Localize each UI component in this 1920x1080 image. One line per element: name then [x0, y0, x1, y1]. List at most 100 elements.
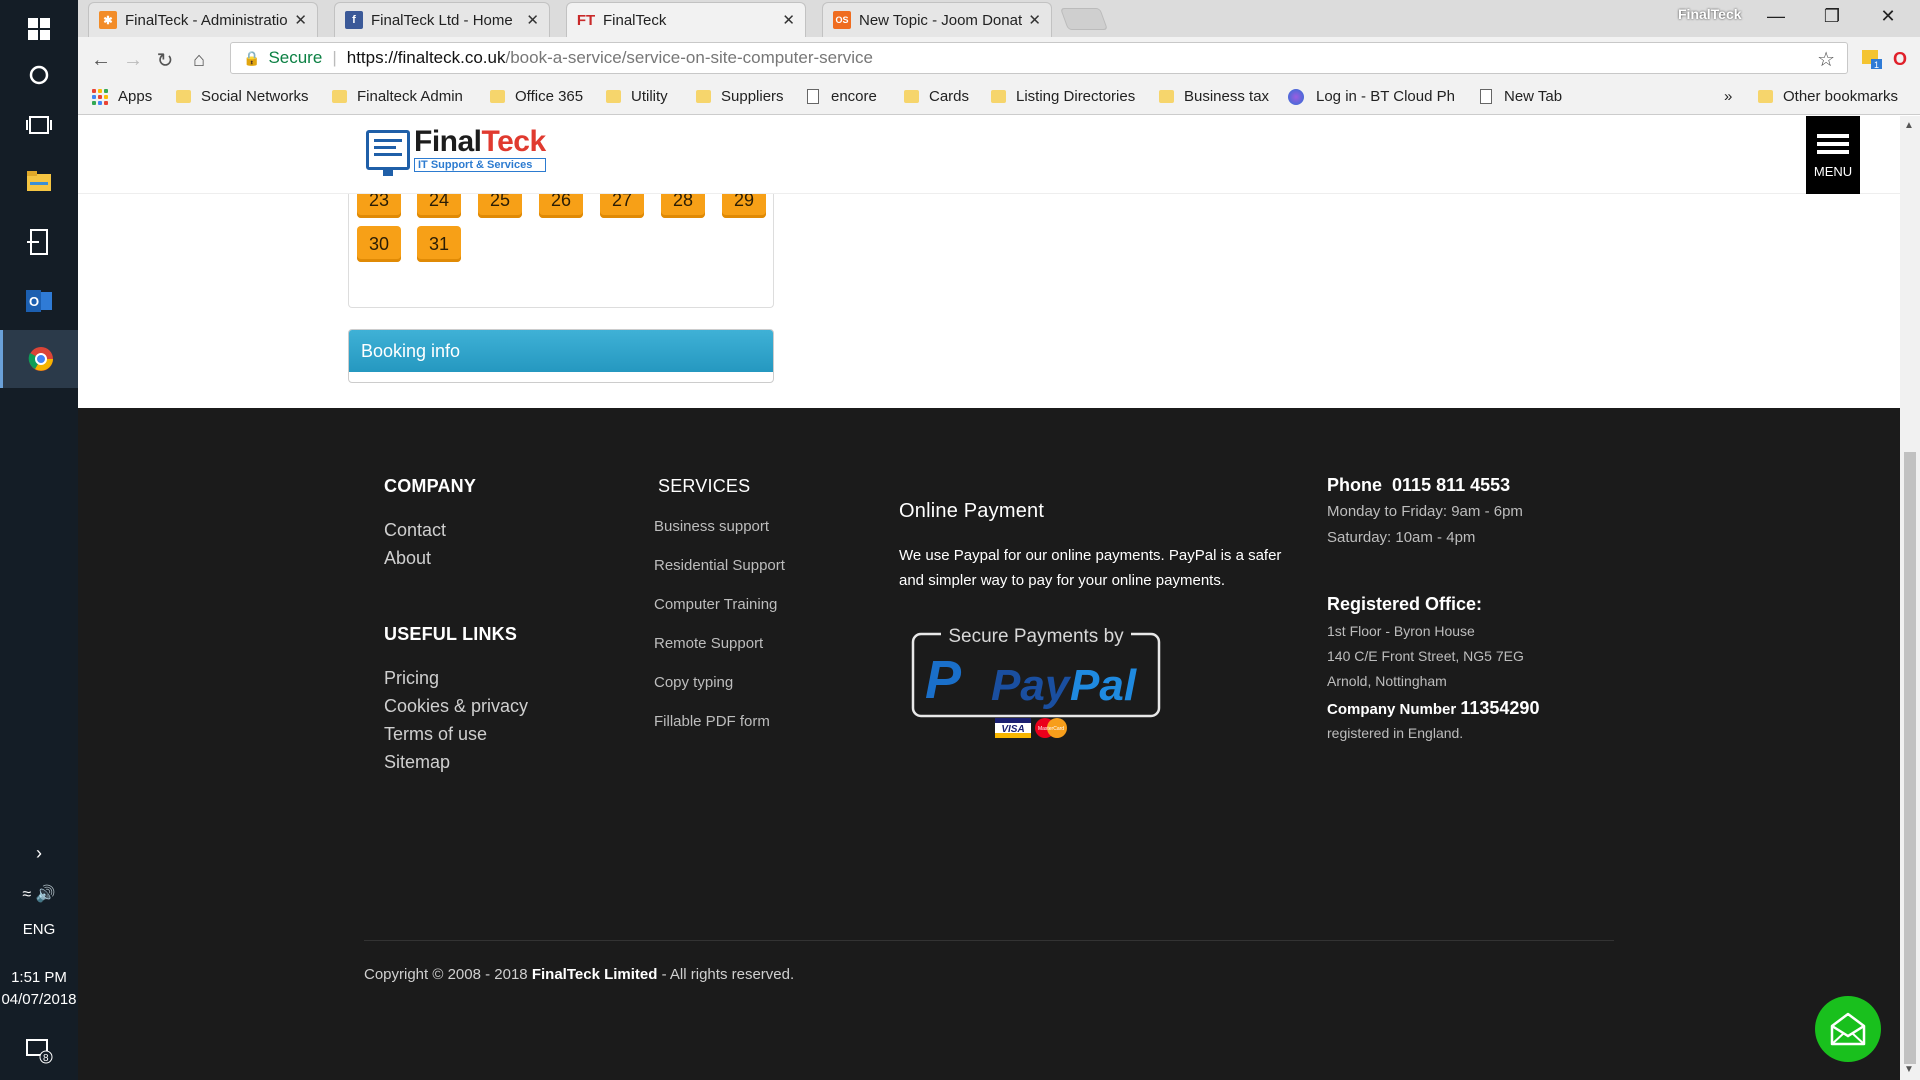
calendar-day[interactable]: 31: [417, 226, 461, 262]
other-bookmarks[interactable]: Other bookmarks: [1758, 88, 1898, 105]
browser-window: ✱ FinalTeck - Administration ✕ f FinalTe…: [78, 0, 1920, 1080]
paypal-p-icon: P: [925, 650, 962, 710]
chrome-taskbar-icon[interactable]: [0, 330, 78, 388]
paypal-badge-caption: Secure Payments by: [948, 626, 1124, 647]
footer-link-computer-training[interactable]: Computer Training: [654, 596, 777, 613]
bookmark-label: Log in - BT Cloud Ph: [1316, 88, 1455, 105]
clock-date[interactable]: 04/07/2018: [0, 991, 78, 1008]
calendar-day[interactable]: 30: [357, 226, 401, 262]
scroll-down-icon[interactable]: ▼: [1904, 1064, 1914, 1075]
footer-link-copy-typing[interactable]: Copy typing: [654, 674, 733, 691]
extension-icon[interactable]: 1: [1860, 47, 1884, 71]
address-line-1: 1st Floor - Byron House: [1327, 623, 1475, 639]
chrome-menu-icon[interactable]: ⋮: [1910, 47, 1920, 71]
tab-administration[interactable]: ✱ FinalTeck - Administration ✕: [88, 2, 318, 37]
file-explorer-icon[interactable]: [0, 152, 78, 210]
new-tab-button[interactable]: [1059, 8, 1109, 30]
restore-icon[interactable]: ❐: [1804, 0, 1860, 32]
bookmark-cards[interactable]: Cards: [904, 88, 969, 105]
minimize-icon[interactable]: —: [1748, 0, 1804, 32]
action-center-icon[interactable]: 8: [0, 1026, 78, 1076]
folder-icon: [904, 90, 919, 103]
bookmark-office-365[interactable]: Office 365: [490, 88, 583, 105]
back-icon[interactable]: ←: [86, 45, 116, 75]
bt-icon: [1288, 88, 1304, 105]
company-number-value: 11354290: [1460, 698, 1540, 718]
footer-link-sitemap[interactable]: Sitemap: [384, 752, 450, 773]
tab-facebook-home[interactable]: f FinalTeck Ltd - Home ✕: [334, 2, 550, 37]
bookmark-utility[interactable]: Utility: [606, 88, 668, 105]
language-indicator[interactable]: ENG: [0, 921, 78, 938]
bookmark-label: Social Networks: [201, 88, 309, 105]
tab-finalteck[interactable]: FT FinalTeck ✕: [566, 2, 806, 37]
bookmark-finalteck-admin[interactable]: Finalteck Admin: [332, 88, 463, 105]
bookmark-listing-directories[interactable]: Listing Directories: [991, 88, 1135, 105]
bookmark-star-icon[interactable]: ☆: [1817, 47, 1835, 72]
reload-icon[interactable]: ↻: [150, 45, 180, 75]
page-scrollbar[interactable]: ▲ ▼: [1900, 116, 1920, 1080]
booking-info-header[interactable]: Booking info: [349, 330, 773, 372]
bookmarks-overflow-icon[interactable]: »: [1724, 88, 1732, 105]
clock-time[interactable]: 1:51 PM: [0, 969, 78, 986]
close-icon[interactable]: ✕: [1028, 11, 1041, 29]
copyright-company[interactable]: FinalTeck Limited: [532, 966, 658, 983]
extension-badge: 1: [1874, 60, 1879, 70]
bookmark-encore[interactable]: encore: [807, 88, 877, 105]
forward-icon[interactable]: →: [118, 45, 148, 75]
finalteck-logo[interactable]: FinalTeck IT Support & Services: [366, 127, 546, 176]
close-icon[interactable]: ✕: [294, 11, 307, 29]
footer-link-about[interactable]: About: [384, 548, 431, 569]
hours-saturday: Saturday: 10am - 4pm: [1327, 529, 1476, 546]
footer-services-heading: SERVICES: [658, 476, 751, 496]
bookmark-label: Suppliers: [721, 88, 784, 105]
bookmark-suppliers[interactable]: Suppliers: [696, 88, 784, 105]
chat-envelope-button[interactable]: [1815, 996, 1881, 1062]
footer-link-residential-support[interactable]: Residential Support: [654, 557, 785, 574]
site-header: FinalTeck IT Support & Services MENU: [78, 116, 1900, 194]
home-icon[interactable]: ⌂: [184, 45, 214, 75]
network-volume-icons[interactable]: ≈ 🔊: [0, 874, 78, 914]
footer-phone[interactable]: Phone 0115 811 4553: [1327, 475, 1510, 496]
registered-office-heading: Registered Office:: [1327, 594, 1483, 614]
tab-title: FinalTeck - Administration: [125, 11, 289, 29]
site-footer: COMPANY Contact About USEFUL LINKS Prici…: [78, 408, 1900, 1080]
menu-button[interactable]: MENU: [1806, 116, 1860, 194]
footer-link-business-support[interactable]: Business support: [654, 518, 769, 535]
app-icon[interactable]: [0, 213, 78, 271]
company-number: Company Number 11354290: [1327, 698, 1539, 719]
close-icon[interactable]: ✕: [782, 11, 795, 29]
bookmark-bt-cloud[interactable]: Log in - BT Cloud Ph: [1288, 88, 1455, 105]
profile-name[interactable]: FinalTeck: [1678, 6, 1742, 22]
tab-new-topic[interactable]: OS New Topic - Joom Donati ✕: [822, 2, 1052, 37]
task-view-icon[interactable]: [0, 96, 78, 154]
visa-card-label: VISA: [1001, 724, 1024, 735]
ft-icon: FT: [576, 11, 596, 29]
footer-link-pricing[interactable]: Pricing: [384, 668, 439, 689]
close-icon[interactable]: ✕: [526, 11, 539, 29]
footer-link-remote-support[interactable]: Remote Support: [654, 635, 763, 652]
footer-link-cookies[interactable]: Cookies & privacy: [384, 696, 528, 717]
phone-number: 0115 811 4553: [1392, 475, 1511, 495]
bookmark-social-networks[interactable]: Social Networks: [176, 88, 309, 105]
address-bar[interactable]: 🔒 Secure | https://finalteck.co.uk /book…: [230, 42, 1848, 74]
chevron-up-icon[interactable]: ›: [0, 835, 78, 871]
footer-link-terms[interactable]: Terms of use: [384, 724, 487, 745]
scroll-up-icon[interactable]: ▲: [1904, 120, 1914, 131]
copyright-prefix: Copyright © 2008 - 2018: [364, 966, 528, 983]
folder-icon: [176, 90, 191, 103]
opera-icon[interactable]: O: [1888, 47, 1912, 71]
apps-icon: [92, 88, 108, 105]
close-window-icon[interactable]: ✕: [1860, 0, 1916, 32]
bookmark-apps[interactable]: Apps: [92, 88, 152, 105]
outlook-icon[interactable]: O: [0, 272, 78, 330]
tab-title: New Topic - Joom Donati: [859, 11, 1023, 29]
footer-link-fillable-pdf[interactable]: Fillable PDF form: [654, 713, 770, 730]
footer-link-contact[interactable]: Contact: [384, 520, 446, 541]
bookmark-label: encore: [831, 88, 877, 105]
hours-weekday: Monday to Friday: 9am - 6pm: [1327, 503, 1523, 520]
scrollbar-thumb[interactable]: [1904, 452, 1916, 1064]
bookmark-business-tax[interactable]: Business tax: [1159, 88, 1269, 105]
browser-toolbar: ← → ↻ ⌂ 🔒 Secure | https://finalteck.co.…: [78, 37, 1920, 81]
tab-title: FinalTeck Ltd - Home: [371, 11, 513, 29]
bookmark-new-tab[interactable]: New Tab: [1480, 88, 1562, 105]
